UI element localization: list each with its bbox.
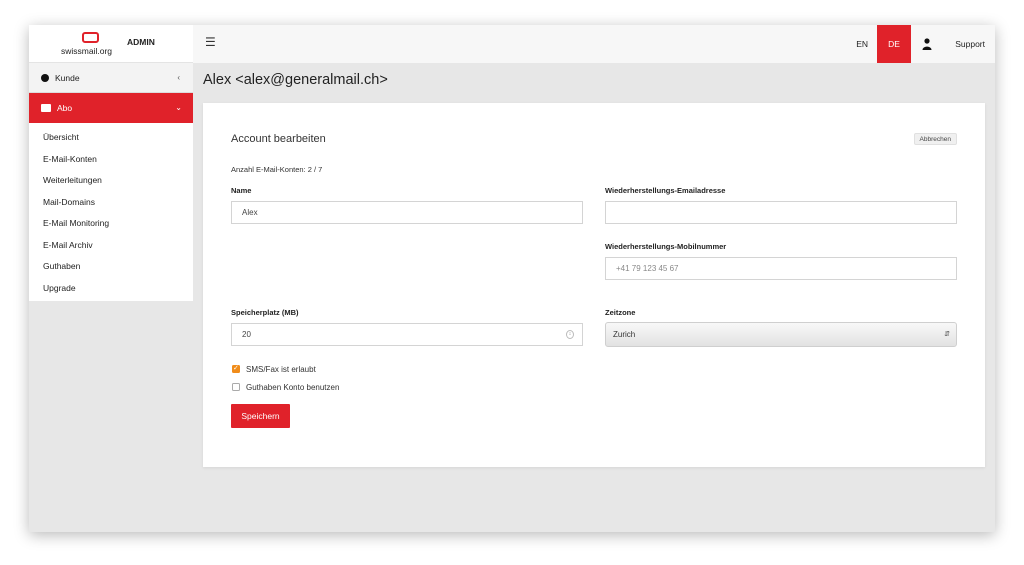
admin-label: ADMIN: [127, 37, 155, 47]
storage-input[interactable]: 20 ↕: [231, 323, 583, 346]
edit-account-card: Account bearbeiten Abbrechen Anzahl E-Ma…: [203, 103, 985, 467]
sidebar-item-label: Abo: [57, 103, 73, 113]
sidebar-item-kunde[interactable]: Kunde ‹: [29, 63, 193, 93]
user-icon[interactable]: [922, 38, 932, 50]
spinner-icon[interactable]: ↕: [566, 330, 574, 339]
language-en-button[interactable]: EN: [856, 25, 868, 63]
sms-fax-label: SMS/Fax ist erlaubt: [246, 365, 316, 374]
storage-value: 20: [242, 330, 251, 339]
subnav-item-weiterleitungen[interactable]: Weiterleitungen: [29, 170, 193, 192]
chevron-left-icon: ‹: [177, 73, 180, 82]
language-de-button[interactable]: DE: [877, 25, 911, 63]
name-label: Name: [231, 186, 252, 195]
page-title: Alex <alex@generalmail.ch>: [203, 72, 388, 88]
recovery-email-input[interactable]: [605, 201, 957, 224]
subnav-item-email-archiv[interactable]: E-Mail Archiv: [29, 235, 193, 257]
recovery-mobile-label: Wiederherstellungs-Mobilnummer: [605, 242, 727, 251]
timezone-value: Zurich: [613, 330, 636, 339]
card-title: Account bearbeiten: [231, 133, 326, 145]
recovery-email-label: Wiederherstellungs-Emailadresse: [605, 186, 726, 195]
briefcase-icon: [41, 104, 51, 112]
sidebar: Kunde ‹ Abo ⌄ Übersicht E-Mail-Konten We…: [29, 63, 193, 532]
abo-subnav: Übersicht E-Mail-Konten Weiterleitungen …: [29, 123, 193, 301]
logo-text: swissmail.org: [61, 46, 113, 56]
subnav-item-email-konten[interactable]: E-Mail-Konten: [29, 149, 193, 171]
name-input[interactable]: Alex: [231, 201, 583, 224]
checkbox-unchecked[interactable]: [232, 383, 240, 391]
timezone-select[interactable]: Zurich ⇵: [605, 322, 957, 347]
checkbox-checked[interactable]: [232, 364, 240, 373]
storage-label: Speicherplatz (MB): [231, 308, 299, 317]
account-count: Anzahl E-Mail-Konten: 2 / 7: [231, 165, 323, 174]
subnav-item-guthaben[interactable]: Guthaben: [29, 256, 193, 278]
menu-icon[interactable]: ☰: [205, 35, 216, 49]
brand-header: swissmail.org ADMIN: [29, 25, 193, 63]
timezone-label: Zeitzone: [605, 308, 636, 317]
recovery-mobile-input[interactable]: +41 79 123 45 67: [605, 257, 957, 280]
sidebar-item-label: Kunde: [55, 73, 80, 83]
dot-icon: [41, 74, 49, 82]
subnav-item-uebersicht[interactable]: Übersicht: [29, 127, 193, 149]
sidebar-item-abo[interactable]: Abo ⌄: [29, 93, 193, 123]
logo-icon: [82, 32, 99, 43]
subnav-item-email-monitoring[interactable]: E-Mail Monitoring: [29, 213, 193, 235]
credit-account-label: Guthaben Konto benutzen: [246, 383, 340, 392]
app-window: swissmail.org ADMIN ☰ EN DE Support Kund…: [29, 25, 995, 532]
cancel-button[interactable]: Abbrechen: [913, 133, 957, 145]
subnav-item-mail-domains[interactable]: Mail-Domains: [29, 192, 193, 214]
chevron-down-icon: ⌄: [175, 103, 182, 112]
support-link[interactable]: Support: [955, 25, 985, 63]
save-button[interactable]: Speichern: [231, 404, 290, 428]
top-navbar: ☰ EN DE Support: [193, 25, 995, 63]
select-arrows-icon: ⇵: [944, 331, 950, 338]
subnav-item-upgrade[interactable]: Upgrade: [29, 278, 193, 300]
